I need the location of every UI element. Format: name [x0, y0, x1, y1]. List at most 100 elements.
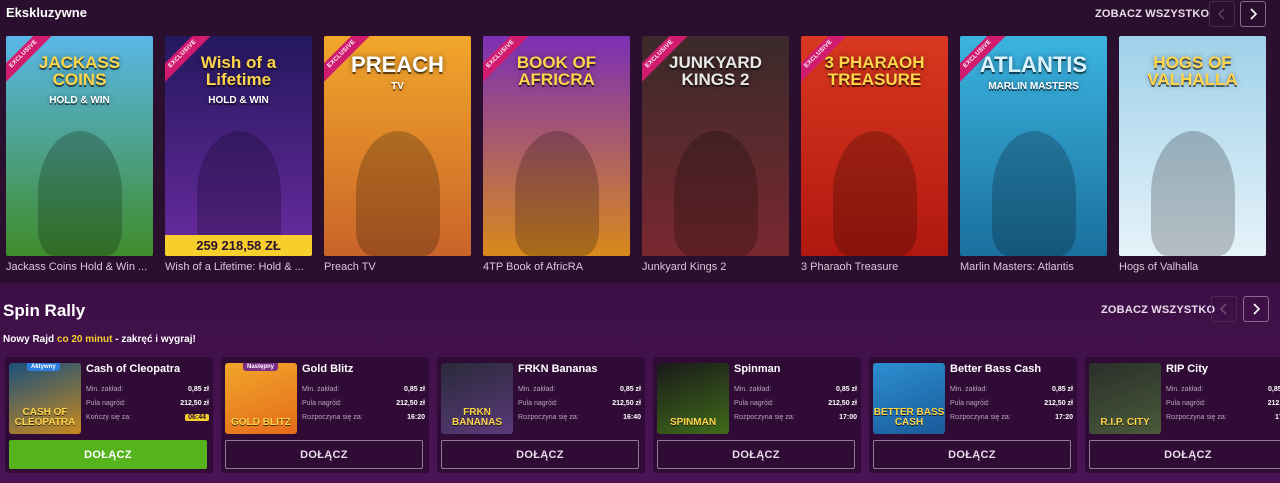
exclusive-prev-button[interactable]	[1209, 1, 1235, 27]
chevron-left-icon	[1217, 8, 1225, 20]
spin-rally-title: Spin Rally	[3, 301, 86, 320]
rally-game-name: Spinman	[734, 363, 781, 375]
countdown-label: Kończy się za:	[86, 414, 132, 421]
spin-rally-prev-button[interactable]	[1211, 296, 1237, 322]
prize-pool-value: 212,50 zł	[828, 400, 857, 407]
jackpot-amount: 259 218,58 ZŁ	[165, 235, 312, 256]
min-bet-label: Min. zakład:	[86, 386, 124, 393]
rally-thumb-logo: R.I.P. CITY	[1100, 417, 1150, 428]
prize-pool-label: Pula nagród:	[950, 400, 990, 407]
spin-rally-subtitle: Nowy Rajd co 20 minut - zakręć i wygraj!	[3, 334, 196, 345]
game-character-art	[833, 131, 917, 256]
prize-pool-row: Pula nagród: 212,50 zł	[734, 400, 857, 407]
min-bet-value: 0,85 zł	[1051, 386, 1073, 393]
countdown-value: 06:44	[185, 414, 209, 421]
game-character-art	[38, 131, 122, 256]
game-tile[interactable]: HOGS OF VALHALLA	[1119, 36, 1266, 256]
join-button[interactable]: DOŁĄCZ	[1089, 440, 1280, 469]
min-bet-label: Min. zakład:	[518, 386, 556, 393]
min-bet-value: 0,85 zł	[1267, 386, 1280, 393]
countdown-row: Rozpoczyna się za: 16:20	[302, 414, 425, 421]
rally-thumb-logo: FRKN BANANAS	[452, 407, 502, 428]
rally-game-name: FRKN Bananas	[518, 363, 598, 375]
game-tile[interactable]: JUNKYARD KINGS 2 EXCLUSIVE	[642, 36, 789, 256]
game-name[interactable]: Jackass Coins Hold & Win ...	[6, 261, 156, 273]
prize-pool-row: Pula nagród: 212,50	[1166, 400, 1280, 407]
min-bet-label: Min. zakład:	[950, 386, 988, 393]
exclusive-next-button[interactable]	[1240, 1, 1266, 27]
min-bet-label: Min. zakład:	[734, 386, 772, 393]
exclusive-title: Ekskluzywne	[6, 5, 87, 20]
exclusive-see-all-link[interactable]: ZOBACZ WSZYSTKO	[1095, 8, 1209, 20]
min-bet-row: Min. zakład: 0,85 zł	[86, 386, 209, 393]
prize-pool-row: Pula nagród: 212,50 zł	[302, 400, 425, 407]
rally-game-thumbnail[interactable]: CASH OF CLEOPATRA Aktywny	[9, 363, 81, 434]
game-logo-sub: TV	[391, 81, 404, 92]
countdown-row: Rozpoczyna się za: 17:4	[1166, 414, 1280, 421]
rally-game-thumbnail[interactable]: R.I.P. CITY	[1089, 363, 1161, 434]
prize-pool-value: 212,50 zł	[180, 400, 209, 407]
countdown-row: Rozpoczyna się za: 17:00	[734, 414, 857, 421]
min-bet-row: Min. zakład: 0,85 zł	[950, 386, 1073, 393]
game-name[interactable]: Preach TV	[324, 261, 474, 273]
prize-pool-label: Pula nagród:	[86, 400, 126, 407]
game-tile[interactable]: 3 PHARAOH TREASURE EXCLUSIVE	[801, 36, 948, 256]
min-bet-value: 0,85 zł	[187, 386, 209, 393]
prize-pool-label: Pula nagród:	[302, 400, 342, 407]
countdown-value: 16:40	[623, 414, 641, 421]
min-bet-row: Min. zakład: 0,85 zł	[1166, 386, 1280, 393]
countdown-value: 17:20	[1055, 414, 1073, 421]
countdown-label: Rozpoczyna się za:	[302, 414, 363, 421]
game-name[interactable]: 3 Pharaoh Treasure	[801, 261, 951, 273]
join-button[interactable]: DOŁĄCZ	[225, 440, 423, 469]
prize-pool-label: Pula nagród:	[518, 400, 558, 407]
rally-card: CASH OF CLEOPATRA Aktywny Cash of Cleopatr…	[5, 357, 213, 473]
rally-game-thumbnail[interactable]: GOLD BLITZ Następny	[225, 363, 297, 434]
rally-game-name: Gold Blitz	[302, 363, 354, 375]
game-tile[interactable]: PREACH TV EXCLUSIVE	[324, 36, 471, 256]
status-badge: Aktywny	[27, 363, 60, 371]
status-badge: Następny	[243, 363, 279, 371]
rally-card: GOLD BLITZ Następny Gold Blitz Min. zakład:…	[221, 357, 429, 473]
game-character-art	[992, 131, 1076, 256]
game-tile[interactable]: ATLANTIS MARLIN MASTERS EXCLUSIVE	[960, 36, 1107, 256]
prize-pool-row: Pula nagród: 212,50 zł	[950, 400, 1073, 407]
countdown-value: 17:4	[1274, 414, 1280, 421]
game-logo-sub: MARLIN MASTERS	[988, 81, 1079, 92]
min-bet-row: Min. zakład: 0,85 zł	[302, 386, 425, 393]
countdown-value: 16:20	[407, 414, 425, 421]
join-button[interactable]: DOŁĄCZ	[441, 440, 639, 469]
prize-pool-value: 212,50 zł	[396, 400, 425, 407]
chevron-left-icon	[1219, 303, 1227, 315]
spin-rally-see-all-link[interactable]: ZOBACZ WSZYSTKO	[1101, 304, 1215, 316]
game-character-art	[356, 131, 440, 256]
join-button[interactable]: DOŁĄCZ	[657, 440, 855, 469]
rally-game-thumbnail[interactable]: BETTER BASS CASH	[873, 363, 945, 434]
min-bet-value: 0,85 zł	[403, 386, 425, 393]
game-logo-sub: HOLD & WIN	[208, 95, 269, 106]
countdown-value: 17:00	[839, 414, 857, 421]
game-name[interactable]: Wish of a Lifetime: Hold & ...	[165, 261, 315, 273]
countdown-label: Rozpoczyna się za:	[518, 414, 579, 421]
min-bet-value: 0,85 zł	[619, 386, 641, 393]
game-tile[interactable]: BOOK OF AFRICRA EXCLUSIVE	[483, 36, 630, 256]
rally-thumb-logo: SPINMAN	[669, 417, 717, 428]
rally-thumb-logo: BETTER BASS CASH	[873, 407, 945, 428]
game-name[interactable]: Junkyard Kings 2	[642, 261, 792, 273]
rally-card: R.I.P. CITY RIP City Min. zakład: 0,85 zł Pu…	[1085, 357, 1280, 473]
game-name[interactable]: Hogs of Valhalla	[1119, 261, 1269, 273]
join-button[interactable]: DOŁĄCZ	[9, 440, 207, 469]
game-name[interactable]: Marlin Masters: Atlantis	[960, 261, 1110, 273]
game-character-art	[674, 131, 758, 256]
min-bet-row: Min. zakład: 0,85 zł	[734, 386, 857, 393]
game-tile[interactable]: Wish of a Lifetime HOLD & WIN EXCLUSIVE 259…	[165, 36, 312, 256]
game-name[interactable]: 4TP Book of AfricRA	[483, 261, 633, 273]
join-button[interactable]: DOŁĄCZ	[873, 440, 1071, 469]
rally-card: FRKN BANANAS FRKN Bananas Min. zakład: 0,85…	[437, 357, 645, 473]
rally-card: BETTER BASS CASH Better Bass Cash Min. zak…	[869, 357, 1077, 473]
game-tile[interactable]: JACKASS COINS HOLD & WIN EXCLUSIVE	[6, 36, 153, 256]
rally-game-thumbnail[interactable]: SPINMAN	[657, 363, 729, 434]
rally-game-thumbnail[interactable]: FRKN BANANAS	[441, 363, 513, 434]
spin-rally-next-button[interactable]	[1243, 296, 1269, 322]
countdown-row: Kończy się za: 06:44	[86, 414, 209, 421]
